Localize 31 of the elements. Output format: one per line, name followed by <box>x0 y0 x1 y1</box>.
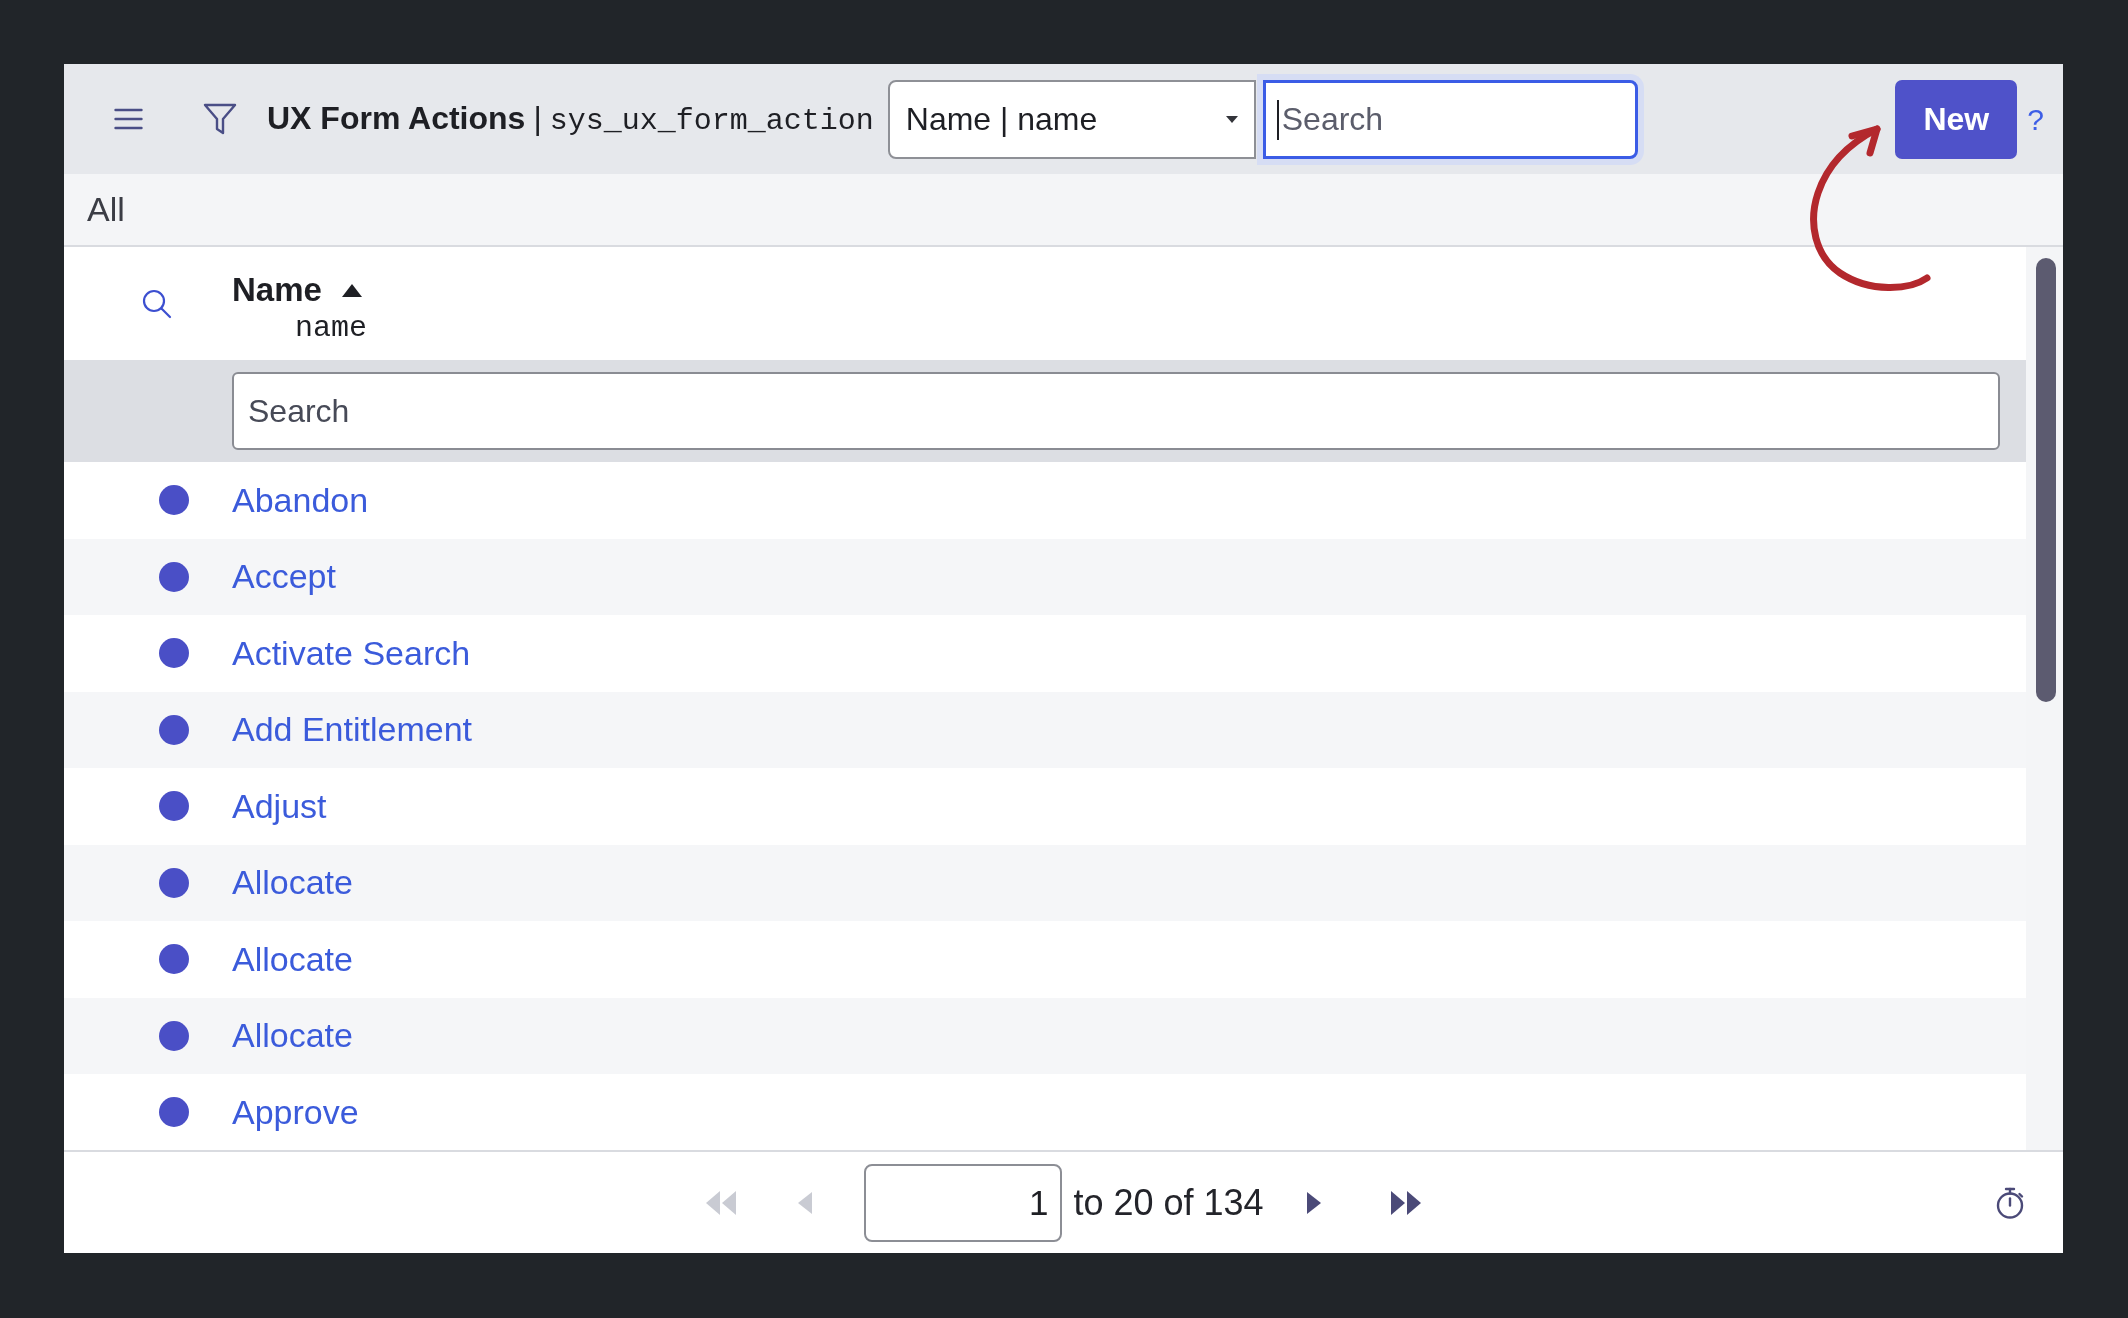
column-search-field[interactable]: Search <box>232 372 2000 450</box>
last-page-icon[interactable] <box>1390 1190 1421 1215</box>
page-range: to 20 of 134 <box>1073 1180 1264 1225</box>
breadcrumb-link[interactable]: All <box>87 184 125 235</box>
record-link[interactable]: Approve <box>232 1086 359 1138</box>
list-title: UX Form Actions <box>267 99 526 138</box>
record-link[interactable]: Adjust <box>232 780 327 832</box>
column-field-name: name <box>295 310 367 346</box>
column-header[interactable]: Name <box>232 270 367 310</box>
new-button[interactable]: New <box>1895 79 2018 159</box>
menu-icon[interactable] <box>114 108 143 130</box>
next-page-icon[interactable] <box>1306 1191 1321 1214</box>
page-input[interactable]: 1 <box>864 1163 1063 1242</box>
record-link[interactable]: Allocate <box>232 933 353 985</box>
record-link[interactable]: Accept <box>232 551 336 603</box>
search-icon[interactable] <box>142 288 172 319</box>
text-cursor-icon <box>1276 99 1279 140</box>
stopwatch-icon[interactable] <box>1995 1186 2025 1219</box>
record-link[interactable]: Abandon <box>232 474 369 526</box>
help-link[interactable]: ? <box>2027 96 2044 142</box>
search-field[interactable]: Search <box>1262 79 1638 159</box>
title-separator: | <box>533 99 542 138</box>
record-link[interactable]: Allocate <box>232 1010 353 1062</box>
filter-icon[interactable] <box>203 102 237 136</box>
field-select[interactable]: Name | name <box>887 79 1256 159</box>
record-link[interactable]: Allocate <box>232 857 353 909</box>
scrollbar-thumb[interactable] <box>2036 258 2056 702</box>
table-name: sys_ux_form_action <box>549 103 874 140</box>
record-link[interactable]: Activate Search <box>232 627 471 679</box>
record-link[interactable]: Add Entitlement <box>232 704 473 756</box>
caret-down-icon <box>1225 115 1238 123</box>
